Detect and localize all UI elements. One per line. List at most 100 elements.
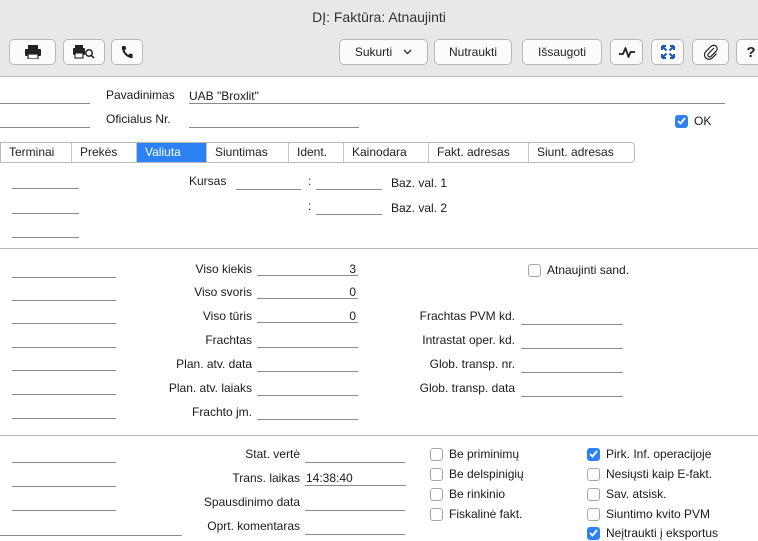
plan-time-label: Plan. atv. laiaks (168, 381, 252, 395)
tab-prekes[interactable]: Prekės (72, 143, 137, 162)
exclude-exports-checkbox[interactable]: Neįtraukti į eksportus (587, 526, 718, 540)
no-reminders-checkbox[interactable]: Be priminimų (430, 447, 519, 461)
oper-comment-field[interactable] (305, 520, 405, 535)
tab-fakt-adresas[interactable]: Fakt. adresas (429, 143, 529, 162)
total-qty-label: Viso kiekis (195, 262, 252, 276)
checkbox-checked-icon (587, 526, 600, 540)
shipping-receipt-vat-label: Siuntimo kvito PVM (606, 507, 711, 521)
no-late-fees-checkbox[interactable]: Be delspinigių (430, 467, 524, 481)
rate-label: Kursas (189, 174, 227, 188)
printer-icon (24, 45, 41, 59)
attach-button[interactable] (692, 39, 729, 65)
bottom-code-field-1[interactable] (12, 448, 116, 463)
ok-label: OK (694, 114, 712, 128)
buyer-info-checkbox[interactable]: Pirk. Inf. operacijoje (587, 447, 711, 461)
ship-code-field-2[interactable] (12, 286, 116, 301)
tab-siunt-adresas[interactable]: Siunt. adresas (529, 143, 634, 162)
glob-transp-nr-label: Glob. transp. nr. (429, 357, 515, 371)
no-kit-checkbox[interactable]: Be rinkinio (430, 487, 505, 501)
bottom-code-field-4[interactable] (0, 521, 182, 536)
header-code-field-1[interactable] (0, 89, 90, 104)
exclude-exports-label: Neįtraukti į eksportus (606, 526, 719, 540)
ship-code-field-3[interactable] (12, 309, 116, 324)
ok-checkbox[interactable]: OK (675, 114, 711, 128)
no-reminders-label: Be priminimų (449, 447, 520, 461)
cancel-button[interactable]: Nutraukti (434, 39, 512, 65)
buyer-info-label: Pirk. Inf. operacijoje (606, 447, 712, 461)
tab-terminai[interactable]: Terminai (1, 143, 72, 162)
header-code-field-2[interactable] (0, 113, 90, 128)
freight-vat-field[interactable] (521, 310, 623, 325)
base2-field[interactable] (316, 200, 382, 215)
window-title: DĮ: Faktūra: Atnaujinti (312, 9, 446, 25)
ship-code-field-5[interactable] (12, 356, 116, 371)
bottom-code-field-3[interactable] (12, 496, 116, 511)
intrastat-field[interactable] (521, 334, 623, 349)
no-e-invoice-checkbox[interactable]: Nesiųsti kaip E-fakt. (587, 467, 712, 481)
ship-code-field-1[interactable] (12, 263, 116, 278)
bottom-code-field-2[interactable] (12, 472, 116, 487)
plan-time-field[interactable] (257, 381, 358, 396)
ship-code-field-6[interactable] (12, 380, 116, 395)
rate-colon-1: : (308, 174, 312, 188)
total-weight-field[interactable]: 0 (257, 285, 358, 299)
rate-field-1[interactable] (236, 175, 301, 190)
fiscal-invoice-checkbox[interactable]: Fiskalinė fakt. (430, 507, 522, 521)
name-label: Pavadinimas (106, 88, 175, 102)
checkbox-checked-icon (587, 447, 600, 461)
checkbox-checked-icon (675, 114, 688, 128)
self-billing-label: Sav. atsisk. (606, 487, 667, 501)
print-button[interactable] (9, 39, 56, 65)
plan-date-field[interactable] (257, 357, 358, 372)
tab-bar: Terminai Prekės Valiuta Siuntimas Ident.… (0, 142, 635, 163)
name-field[interactable]: UAB "Broxlit" (189, 89, 725, 104)
activity-button[interactable] (610, 39, 643, 65)
tab-kainodara[interactable]: Kainodara (344, 143, 429, 162)
print-date-field[interactable] (305, 496, 405, 511)
stat-value-label: Stat. vertė (245, 447, 300, 461)
official-nr-field[interactable] (189, 113, 359, 128)
paperclip-icon (703, 44, 718, 60)
tab-ident[interactable]: Ident. (289, 143, 344, 162)
self-billing-checkbox[interactable]: Sav. atsisk. (587, 487, 666, 501)
checkbox-unchecked-icon (587, 507, 600, 521)
tab-siuntimas[interactable]: Siuntimas (207, 143, 289, 162)
fiscal-invoice-label: Fiskalinė fakt. (449, 507, 523, 521)
base1-field[interactable] (316, 175, 382, 190)
checkbox-unchecked-icon (430, 507, 443, 521)
glob-transp-nr-field[interactable] (521, 358, 623, 373)
expand-button[interactable] (651, 39, 684, 65)
rate-colon-2: : (308, 199, 312, 213)
trans-time-field[interactable]: 14:38:40 (305, 471, 406, 486)
base1-label: Baz. val. 1 (391, 176, 448, 190)
phone-button[interactable] (111, 39, 143, 65)
tab-valiuta[interactable]: Valiuta (137, 143, 207, 162)
currency-field-3[interactable] (12, 223, 79, 238)
help-button[interactable]: ? (736, 39, 758, 65)
freight-field[interactable] (257, 333, 358, 348)
create-dropdown[interactable]: Sukurti (339, 39, 428, 65)
no-kit-label: Be rinkinio (449, 487, 506, 501)
currency-field-2[interactable] (12, 199, 79, 214)
freight-unit-field[interactable] (257, 405, 358, 420)
total-qty-field[interactable]: 3 (257, 262, 358, 276)
oper-comment-label: Oprt. komentaras (207, 519, 300, 533)
stat-value-field[interactable] (305, 448, 405, 463)
glob-transp-date-label: Glob. transp. data (419, 381, 515, 395)
save-button[interactable]: Išsaugoti (522, 39, 602, 65)
glob-transp-date-field[interactable] (521, 382, 623, 397)
official-nr-label: Oficialus Nr. (106, 112, 171, 126)
no-e-invoice-label: Nesiųsti kaip E-fakt. (606, 467, 713, 481)
ship-code-field-4[interactable] (12, 333, 116, 348)
total-volume-field[interactable]: 0 (257, 309, 358, 323)
shipping-receipt-vat-checkbox[interactable]: Siuntimo kvito PVM (587, 507, 710, 521)
freight-unit-label: Frachto jm. (191, 405, 252, 419)
print-preview-button[interactable] (63, 39, 105, 65)
checkbox-unchecked-icon (430, 487, 443, 501)
ship-code-field-7[interactable] (12, 404, 116, 419)
plan-date-label: Plan. atv. data (176, 357, 252, 371)
update-contracts-checkbox[interactable]: Atnaujinti sand. (528, 263, 629, 277)
expand-icon (660, 45, 675, 59)
currency-field-1[interactable] (12, 174, 79, 189)
total-weight-label: Viso svoris (194, 285, 252, 299)
